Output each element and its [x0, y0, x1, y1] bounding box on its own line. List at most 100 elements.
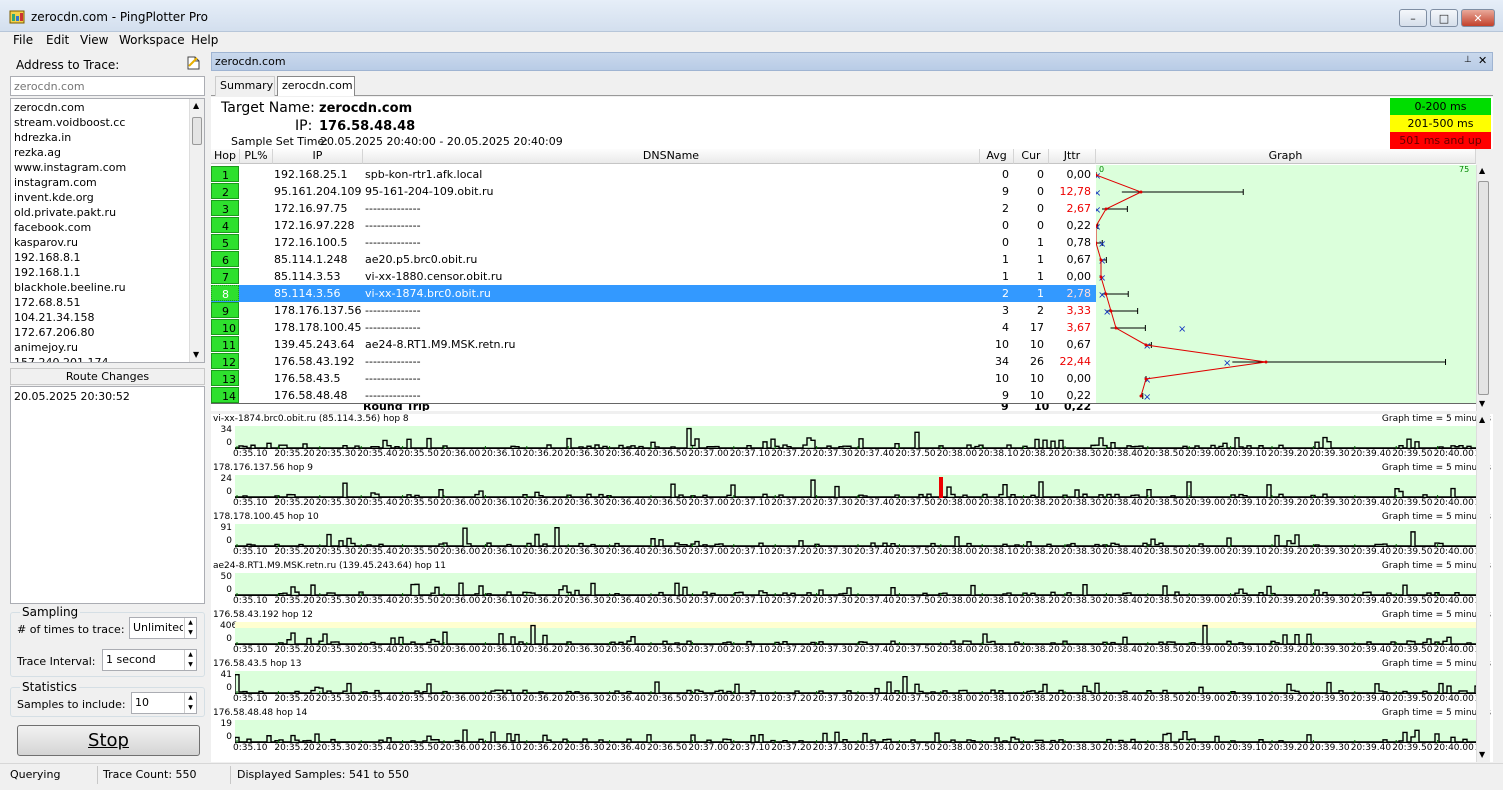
- hop-chart[interactable]: 176.58.43.192 hop 12 Graph time = 5 minut…: [211, 610, 1493, 659]
- jttr-cell: 3,67: [1066, 321, 1092, 334]
- hop-chart-plot: [235, 573, 1480, 597]
- menu-workspace[interactable]: Workspace: [119, 33, 185, 47]
- address-item[interactable]: 104.21.34.158: [11, 310, 189, 325]
- col-dnsname[interactable]: DNSName: [363, 149, 980, 164]
- menu-help[interactable]: Help: [191, 33, 218, 47]
- hop-chart[interactable]: 176.58.48.48 hop 14 Graph time = 5 minute…: [211, 708, 1493, 757]
- col-jttr[interactable]: Jttr: [1049, 149, 1096, 164]
- route-change-item[interactable]: 20.05.2025 20:30:52: [11, 389, 204, 404]
- address-item[interactable]: blackhole.beeline.ru: [11, 280, 189, 295]
- address-item[interactable]: 172.67.206.80: [11, 325, 189, 340]
- avg-cell: 10: [995, 372, 1009, 385]
- table-row[interactable]: 2 95.161.204.109 95-161-204-109.obit.ru 9 0 1…: [211, 183, 1096, 200]
- interval-spinner[interactable]: ▲ ▼: [184, 650, 196, 670]
- tick-label: 20:40.00: [1433, 694, 1474, 704]
- document-close-icon[interactable]: ✕: [1478, 54, 1487, 67]
- table-scrollbar[interactable]: ▲ ▼: [1476, 165, 1490, 411]
- address-item[interactable]: invent.kde.org: [11, 190, 189, 205]
- tab-zerocdn[interactable]: zerocdn.com: [277, 76, 355, 96]
- address-item[interactable]: 192.168.8.1: [11, 250, 189, 265]
- address-input[interactable]: [10, 76, 205, 96]
- menu-file[interactable]: File: [13, 33, 33, 47]
- table-row[interactable]: 8 85.114.3.56 vi-xx-1874.brc0.obit.ru 2 1 2,7…: [211, 285, 1096, 302]
- tick-label: 20:36.10: [481, 498, 522, 508]
- address-item[interactable]: old.private.pakt.ru: [11, 205, 189, 220]
- y-min-label: 0: [226, 438, 232, 448]
- tick-label: 20:37.30: [812, 645, 853, 655]
- minimize-button[interactable]: –: [1399, 9, 1427, 27]
- tick-label: 20:37.40: [854, 547, 895, 557]
- address-item[interactable]: 192.168.1.1: [11, 265, 189, 280]
- maximize-button[interactable]: □: [1430, 9, 1458, 27]
- address-item[interactable]: zerocdn.com: [11, 100, 189, 115]
- cur-cell: 10: [1030, 338, 1044, 351]
- tick-label: 20:39.40: [1350, 596, 1392, 606]
- hop-chart[interactable]: 178.178.100.45 hop 10 Graph time = 5 minu…: [211, 512, 1493, 561]
- address-list[interactable]: zerocdn.com stream.voidboost.cc hdrezka.in…: [10, 98, 205, 363]
- table-row[interactable]: 12 176.58.43.192 -------------- 34 26 22,44: [211, 353, 1096, 370]
- table-row[interactable]: 3 172.16.97.75 -------------- 2 0 2,67: [211, 200, 1096, 217]
- table-row[interactable]: 1 192.168.25.1 spb-kon-rtr1.afk.local 0 0 0,0…: [211, 166, 1096, 183]
- tick-label: 20:38.00: [936, 547, 978, 557]
- interval-field[interactable]: 1 second: [102, 649, 197, 671]
- col-avg[interactable]: Avg: [980, 149, 1014, 164]
- close-button[interactable]: ✕: [1461, 9, 1495, 27]
- address-item[interactable]: kasparov.ru: [11, 235, 189, 250]
- address-item[interactable]: instagram.com: [11, 175, 189, 190]
- address-item[interactable]: facebook.com: [11, 220, 189, 235]
- address-item[interactable]: 172.68.8.51: [11, 295, 189, 310]
- address-item[interactable]: rezka.ag: [11, 145, 189, 160]
- stop-button[interactable]: Stop: [17, 725, 200, 756]
- address-list-scrollbar[interactable]: ▲ ▼: [189, 99, 204, 362]
- address-item[interactable]: animejoy.ru: [11, 340, 189, 355]
- route-changes-list[interactable]: 20.05.2025 20:30:52: [10, 386, 205, 604]
- table-row[interactable]: 7 85.114.3.53 vi-xx-1880.censor.obit.ru 1 1 0…: [211, 268, 1096, 285]
- tick-label: 20:38.20: [1019, 645, 1060, 655]
- dns-cell: ae20.p5.brc0.obit.ru: [365, 253, 478, 266]
- samples-spinner[interactable]: ▲ ▼: [184, 693, 196, 713]
- col-graph[interactable]: Graph: [1096, 149, 1476, 164]
- address-item[interactable]: www.instagram.com: [11, 160, 189, 175]
- tab-summary[interactable]: Summary: [215, 76, 275, 96]
- table-row[interactable]: 10 178.178.100.45 -------------- 4 17 3,67: [211, 319, 1096, 336]
- address-item[interactable]: hdrezka.in: [11, 130, 189, 145]
- tick-label: 20:40.00: [1433, 645, 1474, 655]
- charts-scrollbar[interactable]: ▲ ▼: [1476, 414, 1490, 762]
- table-row[interactable]: 5 172.16.100.5 -------------- 0 1 0,78: [211, 234, 1096, 251]
- title-bar[interactable]: [0, 0, 1503, 32]
- new-document-icon[interactable]: [187, 56, 200, 73]
- ip-cell: 176.58.43.192: [274, 355, 355, 368]
- jttr-cell: 22,44: [1059, 355, 1092, 368]
- table-row[interactable]: 11 139.45.243.64 ae24-8.RT1.M9.MSK.retn.ru…: [211, 336, 1096, 353]
- col-cur[interactable]: Cur: [1014, 149, 1049, 164]
- statistics-label: Statistics: [20, 680, 79, 694]
- hop-chart[interactable]: ae24-8.RT1.M9.MSK.retn.ru (139.45.243.64…: [211, 561, 1493, 610]
- address-item[interactable]: stream.voidboost.cc: [11, 115, 189, 130]
- menu-view[interactable]: View: [80, 33, 108, 47]
- tick-label: 20:36.40: [605, 449, 646, 459]
- tick-label: 20:39.40: [1350, 743, 1392, 753]
- pin-icon[interactable]: ⊥: [1464, 55, 1472, 65]
- ip-label: IP:: [295, 118, 313, 134]
- ip-cell: 176.58.48.48: [274, 389, 348, 402]
- status-state: Querying: [10, 768, 61, 781]
- hop-cell: 6: [211, 251, 239, 267]
- hop-chart[interactable]: 176.58.43.5 hop 13 Graph time = 5 minutes…: [211, 659, 1493, 708]
- table-row[interactable]: 4 172.16.97.228 -------------- 0 0 0,22: [211, 217, 1096, 234]
- address-item[interactable]: 157.240.201.174: [11, 355, 189, 362]
- hop-chart[interactable]: 178.176.137.56 hop 9 Graph time = 5 minut…: [211, 463, 1493, 512]
- col-hop[interactable]: Hop: [211, 149, 240, 164]
- table-row[interactable]: 13 176.58.43.5 -------------- 10 10 0,00: [211, 370, 1096, 387]
- times-spinner[interactable]: ▲ ▼: [184, 618, 196, 638]
- tick-label: 20:35.30: [315, 743, 357, 753]
- table-row[interactable]: 6 85.114.1.248 ae20.p5.brc0.obit.ru 1 1 0,67: [211, 251, 1096, 268]
- cur-cell: 0: [1037, 168, 1044, 181]
- col-pl[interactable]: PL%: [240, 149, 273, 164]
- tick-label: 20:37.20: [771, 694, 812, 704]
- table-row[interactable]: 9 178.176.137.56 -------------- 3 2 3,33: [211, 302, 1096, 319]
- cur-cell: 0: [1037, 202, 1044, 215]
- table-row[interactable]: 14 176.58.48.48 -------------- 9 10 0,22: [211, 387, 1096, 404]
- hop-chart[interactable]: vi-xx-1874.brc0.obit.ru (85.114.3.56) ho…: [211, 414, 1493, 463]
- col-ip[interactable]: IP: [273, 149, 363, 164]
- menu-edit[interactable]: Edit: [46, 33, 69, 47]
